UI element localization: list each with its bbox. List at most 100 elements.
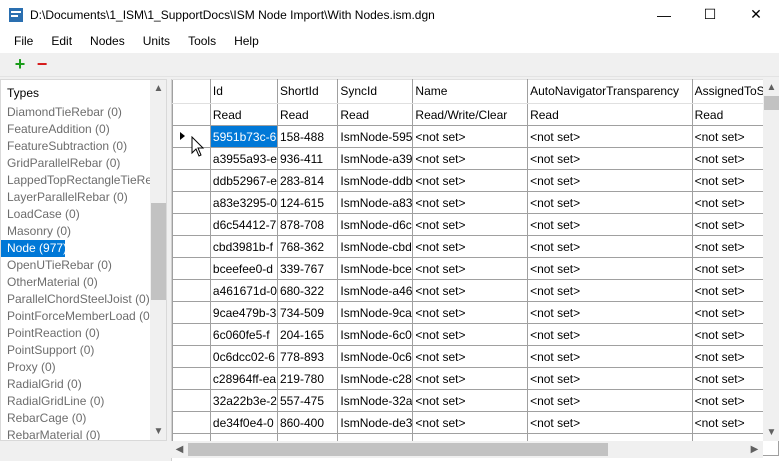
table-cell[interactable]: <not set> [412, 213, 529, 236]
table-row[interactable]: cbd3981b-f 768-362 IsmNode-cbd <not set> <no… [172, 235, 779, 258]
maximize-button[interactable]: ☐ [687, 0, 733, 29]
table-cell[interactable]: IsmNode-de3 [337, 411, 414, 434]
table-row[interactable]: a3955a93-e 936-411 IsmNode-a39 <not set> <no… [172, 147, 779, 170]
table-cell[interactable]: 778-893 [276, 345, 339, 368]
table-cell[interactable]: 557-475 [276, 389, 339, 412]
table-cell[interactable]: a83e3295-0 [209, 191, 278, 214]
table-cell[interactable]: bceefee0-d [209, 257, 278, 280]
menu-units[interactable]: Units [134, 29, 179, 53]
scroll-up-arrow-icon[interactable]: ▲ [150, 80, 166, 97]
minimize-button[interactable]: — [641, 0, 687, 29]
table-cell[interactable]: <not set> [527, 279, 693, 302]
table-cell[interactable]: 768-362 [276, 235, 339, 258]
table-cell[interactable]: IsmNode-a83 [337, 191, 414, 214]
row-header[interactable] [172, 367, 211, 390]
table-cell[interactable]: <not set> [412, 323, 529, 346]
table-cell[interactable]: 32a22b3e-2 [209, 389, 278, 412]
table-cell[interactable]: <not set> [412, 235, 529, 258]
grid-vertical-scrollbar[interactable]: ▲ ▼ [763, 79, 779, 441]
column-header[interactable]: SyncId [337, 79, 414, 104]
menu-nodes[interactable]: Nodes [81, 29, 134, 53]
type-list-item[interactable]: OtherMaterial (0) [1, 274, 150, 291]
type-list-item[interactable]: RebarMaterial (0) [1, 427, 150, 440]
row-header[interactable] [172, 345, 211, 368]
remove-button[interactable]: − [32, 54, 52, 75]
table-cell[interactable]: 860-400 [276, 411, 339, 434]
table-cell[interactable]: c28964ff-ea [209, 367, 278, 390]
row-header[interactable] [172, 411, 211, 434]
types-scrollbar[interactable]: ▲ ▼ [150, 80, 166, 440]
table-cell[interactable]: 0c6dcc02-6 [209, 345, 278, 368]
table-cell[interactable]: a461671d-0 [209, 279, 278, 302]
row-header[interactable] [172, 213, 211, 236]
table-cell[interactable]: a3955a93-e [209, 147, 278, 170]
table-cell[interactable]: IsmNode-0c6 [337, 345, 414, 368]
type-list-item[interactable]: RadialGrid (0) [1, 376, 150, 393]
row-header[interactable] [172, 235, 211, 258]
table-cell[interactable]: <not set> [527, 323, 693, 346]
grid-horizontal-scrollbar[interactable]: ◀ ▶ [171, 441, 763, 458]
table-cell[interactable]: <not set> [527, 257, 693, 280]
table-row[interactable]: 6c060fe5-f 204-165 IsmNode-6c0 <not set> <no… [172, 323, 779, 346]
table-cell[interactable]: IsmNode-32a [337, 389, 414, 412]
table-cell[interactable]: <not set> [412, 367, 529, 390]
table-row[interactable]: c28964ff-ea 219-780 IsmNode-c28 <not set> <n… [172, 367, 779, 390]
table-cell[interactable]: <not set> [412, 257, 529, 280]
table-row[interactable]: 0c6dcc02-6 778-893 IsmNode-0c6 <not set> <no… [172, 345, 779, 368]
type-list-item[interactable]: PointSupport (0) [1, 342, 150, 359]
table-cell[interactable]: 936-411 [276, 147, 339, 170]
type-list-item[interactable]: PointReaction (0) [1, 325, 150, 342]
table-row[interactable]: ddb52967-e 283-814 IsmNode-ddb <not set> <no… [172, 169, 779, 192]
row-header[interactable] [172, 279, 211, 302]
table-cell[interactable]: <not set> [527, 125, 693, 148]
table-cell[interactable]: <not set> [527, 191, 693, 214]
table-cell[interactable]: 219-780 [276, 367, 339, 390]
menu-edit[interactable]: Edit [42, 29, 81, 53]
table-cell[interactable]: <not set> [412, 279, 529, 302]
type-list-item[interactable]: Masonry (0) [1, 223, 150, 240]
table-cell[interactable]: <not set> [412, 411, 529, 434]
table-cell[interactable]: d6c54412-7 [209, 213, 278, 236]
type-list-item[interactable]: LappedTopRectangleTieRebar [1, 172, 150, 189]
type-list-item[interactable]: LayerParallelRebar (0) [1, 189, 150, 206]
table-cell[interactable]: IsmNode-bce [337, 257, 414, 280]
table-cell[interactable]: 124-615 [276, 191, 339, 214]
table-cell[interactable]: 734-509 [276, 301, 339, 324]
table-cell[interactable]: <not set> [412, 389, 529, 412]
column-header[interactable]: Id [209, 79, 278, 104]
table-cell[interactable]: 283-814 [276, 169, 339, 192]
grid-hscroll-thumb[interactable] [188, 443, 608, 456]
table-cell[interactable]: 9cae479b-3 [209, 301, 278, 324]
table-cell[interactable]: <not set> [527, 389, 693, 412]
table-cell[interactable]: <not set> [527, 213, 693, 236]
type-list-item[interactable]: LoadCase (0) [1, 206, 150, 223]
row-header[interactable] [172, 191, 211, 214]
table-cell[interactable]: <not set> [412, 345, 529, 368]
column-header[interactable]: Name [412, 79, 529, 104]
grid-vscroll-thumb[interactable] [764, 96, 779, 110]
scroll-down-arrow-icon[interactable]: ▼ [150, 423, 166, 440]
grid-scroll-up-icon[interactable]: ▲ [763, 79, 779, 96]
table-cell[interactable]: cbd3981b-f [209, 235, 278, 258]
add-button[interactable]: + [10, 54, 30, 75]
table-cell[interactable]: 204-165 [276, 323, 339, 346]
type-list-item[interactable]: FeatureAddition (0) [1, 121, 150, 138]
table-cell[interactable]: ddb52967-e [209, 169, 278, 192]
table-cell[interactable]: IsmNode-c28 [337, 367, 414, 390]
type-list-item[interactable]: ParallelChordSteelJoist (0) [1, 291, 150, 308]
table-row[interactable]: de34f0e4-0 860-400 IsmNode-de3 <not set> <no… [172, 411, 779, 434]
menu-file[interactable]: File [5, 29, 42, 53]
table-cell[interactable]: 339-767 [276, 257, 339, 280]
row-header[interactable] [172, 323, 211, 346]
type-list-item[interactable]: GridParallelRebar (0) [1, 155, 150, 172]
table-cell[interactable]: <not set> [412, 301, 529, 324]
row-header[interactable] [172, 389, 211, 412]
column-header[interactable]: ShortId [276, 79, 339, 104]
table-cell[interactable]: 680-322 [276, 279, 339, 302]
table-cell[interactable]: <not set> [527, 147, 693, 170]
table-cell[interactable]: IsmNode-6c0 [337, 323, 414, 346]
table-row[interactable]: bceefee0-d 339-767 IsmNode-bce <not set> <no… [172, 257, 779, 280]
table-cell[interactable]: <not set> [527, 411, 693, 434]
table-cell[interactable]: IsmNode-ddb [337, 169, 414, 192]
table-cell[interactable]: 878-708 [276, 213, 339, 236]
